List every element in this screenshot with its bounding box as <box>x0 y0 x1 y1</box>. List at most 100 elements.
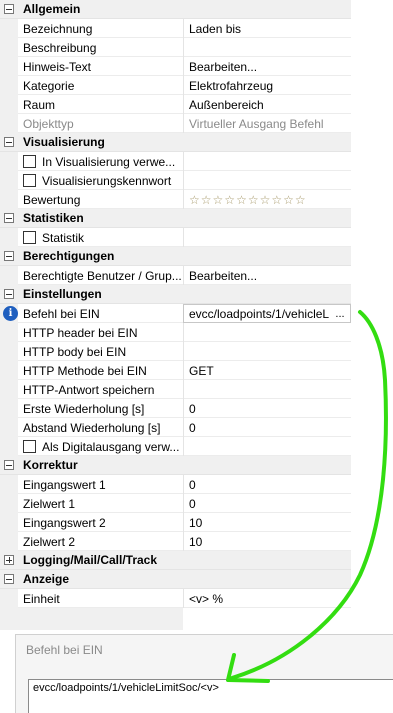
star-icon[interactable]: ☆ <box>283 193 294 207</box>
property-value[interactable] <box>183 323 351 342</box>
property-value[interactable]: 10 <box>183 513 351 532</box>
category-visualisierung[interactable]: Visualisierung <box>0 133 351 152</box>
star-icon[interactable]: ☆ <box>248 193 259 207</box>
property-value[interactable] <box>183 380 351 399</box>
category-berechtigungen[interactable]: Berechtigungen <box>0 247 351 266</box>
category-logging[interactable]: Logging/Mail/Call/Track <box>0 551 351 570</box>
property-row-http-antwort[interactable]: HTTP-Antwort speichern <box>0 380 351 399</box>
category-title: Visualisierung <box>23 135 105 149</box>
star-icon[interactable]: ☆ <box>224 193 235 207</box>
property-value-cell[interactable]: evcc/loadpoints/1/vehicleL ... <box>183 304 351 323</box>
category-anzeige[interactable]: Anzeige <box>0 570 351 589</box>
collapse-icon[interactable] <box>4 4 14 14</box>
property-name: Bezeichnung <box>23 21 93 36</box>
property-name: HTTP header bei EIN <box>23 325 138 340</box>
property-value[interactable] <box>183 38 351 57</box>
property-value[interactable]: Bearbeiten... <box>183 266 351 285</box>
property-row-zielwert-2[interactable]: Zielwert 2 10 <box>0 532 351 551</box>
property-value[interactable]: Bearbeiten... <box>183 57 351 76</box>
property-value[interactable]: 10 <box>183 532 351 551</box>
property-grid: Allgemein Bezeichnung Laden bis Beschrei… <box>0 0 351 608</box>
property-row-einheit[interactable]: Einheit <v> % <box>0 589 351 608</box>
property-row-http-methode[interactable]: HTTP Methode bei EIN GET <box>0 361 351 380</box>
star-icon[interactable]: ☆ <box>236 193 247 207</box>
property-row-visualisierungskennwort[interactable]: Visualisierungskennwort <box>0 171 351 190</box>
property-row-berechtigte-benutzer[interactable]: Berechtigte Benutzer / Grup... Bearbeite… <box>0 266 351 285</box>
property-value[interactable] <box>183 152 351 171</box>
property-row-befehl-bei-ein[interactable]: i Befehl bei EIN evcc/loadpoints/1/vehic… <box>0 304 351 323</box>
property-name: Einheit <box>23 591 60 606</box>
property-value[interactable]: Elektrofahrzeug <box>183 76 351 95</box>
collapse-icon[interactable] <box>4 460 14 470</box>
property-row-eingangswert-2[interactable]: Eingangswert 2 10 <box>0 513 351 532</box>
property-value[interactable]: GET <box>183 361 351 380</box>
property-value[interactable]: Laden bis <box>183 19 351 38</box>
property-name: Als Digitalausgang verw... <box>42 439 180 454</box>
property-row-abstand-wiederholung[interactable]: Abstand Wiederholung [s] 0 <box>0 418 351 437</box>
checkbox[interactable] <box>23 440 36 453</box>
property-row-http-body[interactable]: HTTP body bei EIN <box>0 342 351 361</box>
category-title: Einstellungen <box>23 287 102 301</box>
property-value[interactable]: evcc/loadpoints/1/vehicleL <box>189 307 329 321</box>
property-name: Bewertung <box>23 192 81 207</box>
property-value[interactable]: Außenbereich <box>183 95 351 114</box>
property-name: Befehl bei EIN <box>23 306 100 321</box>
checkbox[interactable] <box>23 155 36 168</box>
category-statistiken[interactable]: Statistiken <box>0 209 351 228</box>
edit-ellipsis-button[interactable]: ... <box>334 307 346 321</box>
collapse-icon[interactable] <box>4 574 14 584</box>
collapse-icon[interactable] <box>4 213 14 223</box>
property-row-statistik[interactable]: Statistik <box>0 228 351 247</box>
star-rating[interactable]: ☆ ☆ ☆ ☆ ☆ ☆ ☆ ☆ ☆ ☆ <box>189 193 306 207</box>
category-allgemein[interactable]: Allgemein <box>0 0 351 19</box>
property-name: HTTP-Antwort speichern <box>23 382 155 397</box>
property-row-als-digitalausgang[interactable]: Als Digitalausgang verw... <box>0 437 351 456</box>
property-value[interactable]: 0 <box>183 399 351 418</box>
property-row-in-visualisierung[interactable]: In Visualisierung verwe... <box>0 152 351 171</box>
property-row-kategorie[interactable]: Kategorie Elektrofahrzeug <box>0 76 351 95</box>
star-icon[interactable]: ☆ <box>271 193 282 207</box>
property-row-raum[interactable]: Raum Außenbereich <box>0 95 351 114</box>
collapse-icon[interactable] <box>4 289 14 299</box>
property-value[interactable] <box>183 437 351 456</box>
edit-dialog: Befehl bei EIN evcc/loadpoints/1/vehicle… <box>15 634 393 713</box>
property-value[interactable] <box>183 171 351 190</box>
property-name: Objekttyp <box>23 116 74 131</box>
property-value[interactable]: 0 <box>183 418 351 437</box>
star-icon[interactable]: ☆ <box>295 193 306 207</box>
expand-icon[interactable] <box>4 555 14 565</box>
property-value[interactable] <box>183 342 351 361</box>
property-value[interactable]: 0 <box>183 494 351 513</box>
property-row-beschreibung[interactable]: Beschreibung <box>0 38 351 57</box>
star-icon[interactable]: ☆ <box>189 193 200 207</box>
category-title: Berechtigungen <box>23 249 115 263</box>
star-icon[interactable]: ☆ <box>260 193 271 207</box>
property-name: Statistik <box>42 230 85 245</box>
property-value[interactable]: 0 <box>183 475 351 494</box>
property-row-hinweis-text[interactable]: Hinweis-Text Bearbeiten... <box>0 57 351 76</box>
category-title: Logging/Mail/Call/Track <box>23 553 158 567</box>
rating-value[interactable]: ☆ ☆ ☆ ☆ ☆ ☆ ☆ ☆ ☆ ☆ <box>183 190 351 209</box>
property-value[interactable] <box>183 228 351 247</box>
property-row-erste-wiederholung[interactable]: Erste Wiederholung [s] 0 <box>0 399 351 418</box>
property-row-http-header[interactable]: HTTP header bei EIN <box>0 323 351 342</box>
checkbox[interactable] <box>23 231 36 244</box>
property-row-bezeichnung[interactable]: Bezeichnung Laden bis <box>0 19 351 38</box>
collapse-icon[interactable] <box>4 137 14 147</box>
property-name-cell: Als Digitalausgang verw... <box>23 437 183 456</box>
star-icon[interactable]: ☆ <box>201 193 212 207</box>
property-value[interactable]: <v> % <box>183 589 351 608</box>
property-name: Zielwert 1 <box>23 496 76 511</box>
checkbox[interactable] <box>23 174 36 187</box>
star-icon[interactable]: ☆ <box>213 193 224 207</box>
property-name: Abstand Wiederholung [s] <box>23 420 161 435</box>
property-row-zielwert-1[interactable]: Zielwert 1 0 <box>0 494 351 513</box>
command-input[interactable]: evcc/loadpoints/1/vehicleLimitSoc/<v> <box>28 679 393 713</box>
property-row-bewertung[interactable]: Bewertung ☆ ☆ ☆ ☆ ☆ ☆ ☆ ☆ ☆ ☆ <box>0 190 351 209</box>
category-einstellungen[interactable]: Einstellungen <box>0 285 351 304</box>
property-name-cell: In Visualisierung verwe... <box>23 152 183 171</box>
collapse-icon[interactable] <box>4 251 14 261</box>
category-korrektur[interactable]: Korrektur <box>0 456 351 475</box>
property-row-eingangswert-1[interactable]: Eingangswert 1 0 <box>0 475 351 494</box>
property-row-objekttyp[interactable]: Objekttyp Virtueller Ausgang Befehl <box>0 114 351 133</box>
